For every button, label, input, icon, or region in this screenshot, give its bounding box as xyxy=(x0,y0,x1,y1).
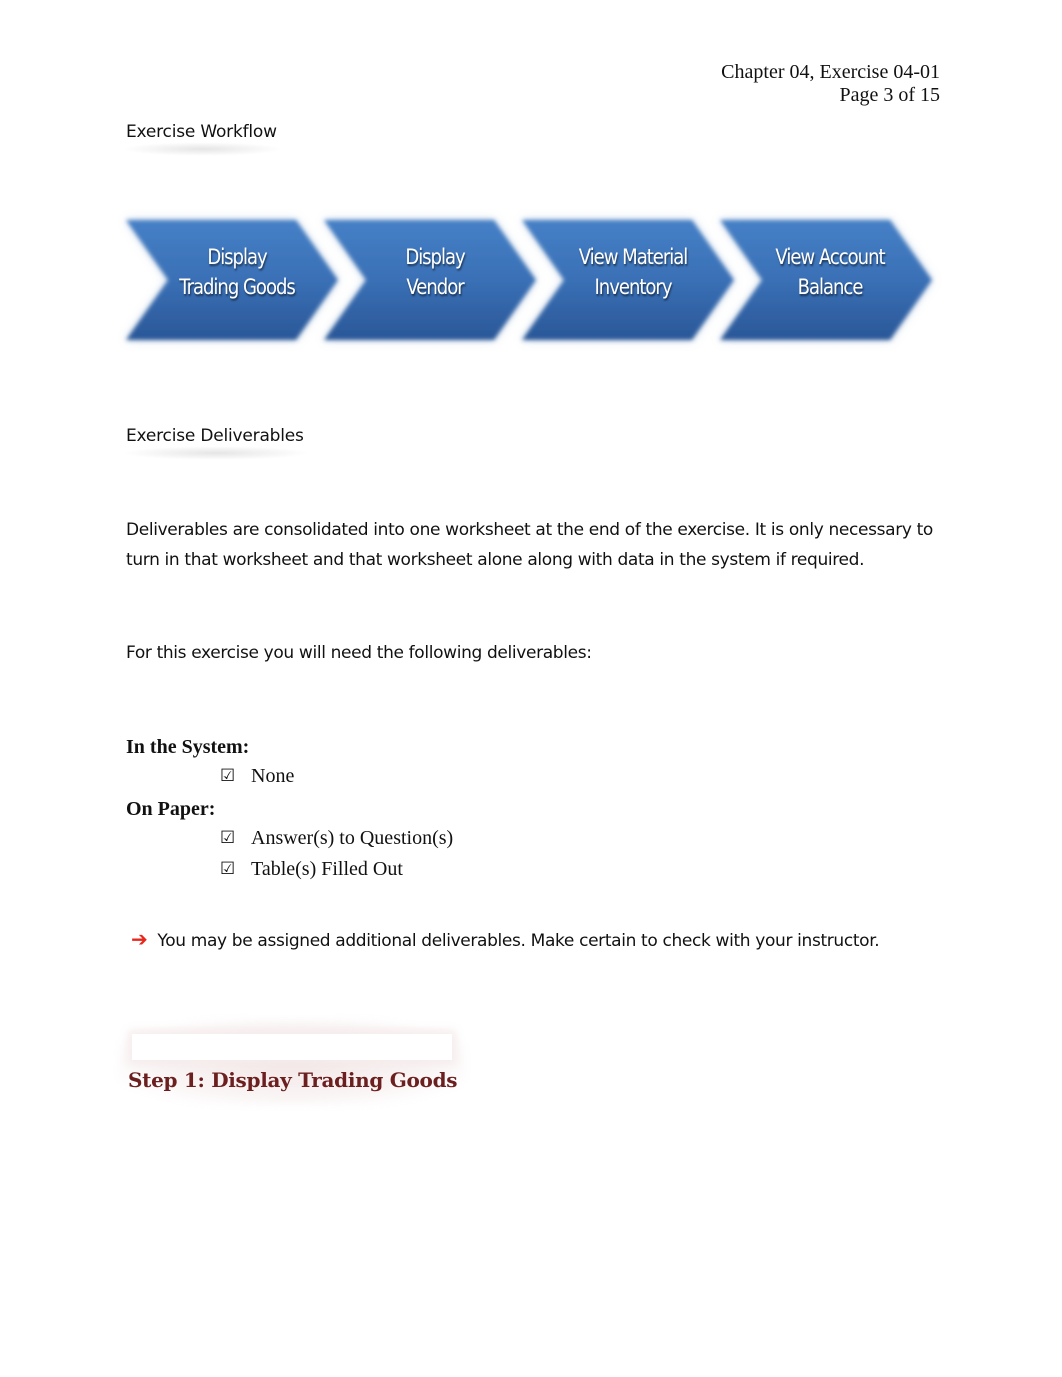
list-item-label: Table(s) Filled Out xyxy=(251,858,403,880)
note-text: You may be assigned additional deliverab… xyxy=(157,931,880,951)
step-3-line-2: Inventory xyxy=(594,275,673,299)
exercise-deliverables-heading: Exercise Deliverables xyxy=(122,426,310,460)
on-paper-section: On Paper: ☑ Answer(s) to Question(s) ☑ T… xyxy=(126,795,453,885)
list-item: ☑ None xyxy=(126,761,294,792)
list-item: ☑ Answer(s) to Question(s) xyxy=(126,823,453,854)
step-1-line-2: Trading Goods xyxy=(179,275,296,299)
workflow-step-1: Display Trading Goods xyxy=(164,242,310,302)
list-item-label: None xyxy=(251,765,295,787)
step-1-line-1: Display xyxy=(207,245,267,269)
step-1-heading: Step 1: Display Trading Goods xyxy=(128,1068,458,1092)
workflow-diagram: Display Trading Goods Display Vendor Vie… xyxy=(118,208,948,353)
chapter-exercise-label: Chapter 04, Exercise 04-01 xyxy=(721,61,940,83)
deliverables-description: Deliverables are consolidated into one w… xyxy=(126,520,933,570)
red-arrow-right-icon: ➔ xyxy=(131,927,148,951)
page-header: Chapter 04, Exercise 04-01 Page 3 of 15 xyxy=(721,61,940,107)
step-2-line-2: Vendor xyxy=(406,275,464,299)
exercise-workflow-heading: Exercise Workflow xyxy=(122,122,283,156)
step-4-line-1: View Account xyxy=(775,245,885,269)
step-2-line-1: Display xyxy=(405,245,465,269)
checkbox-checked-icon: ☑ xyxy=(220,859,236,879)
on-paper-heading: On Paper: xyxy=(126,798,216,820)
list-item: ☑ Table(s) Filled Out xyxy=(126,854,453,885)
in-system-section: In the System: ☑ None xyxy=(126,733,294,792)
workflow-step-3: View Material Inventory xyxy=(560,242,706,302)
step-heading-glow xyxy=(118,1018,466,1106)
step-4-line-2: Balance xyxy=(797,275,864,299)
additional-deliverables-note: ➔ You may be assigned additional delivera… xyxy=(131,925,880,955)
deliverables-intro: For this exercise you will need the foll… xyxy=(126,643,592,663)
in-system-heading: In the System: xyxy=(126,736,250,758)
workflow-step-4: View Account Balance xyxy=(757,242,903,302)
workflow-step-2: Display Vendor xyxy=(362,242,508,302)
step-heading-block: Step 1: Display Trading Goods xyxy=(118,1018,466,1106)
list-item-label: Answer(s) to Question(s) xyxy=(251,827,454,849)
step-3-line-1: View Material xyxy=(578,245,689,269)
checkbox-checked-icon: ☑ xyxy=(220,828,236,848)
step-heading-box xyxy=(132,1034,452,1060)
page-number: Page 3 of 15 xyxy=(839,84,940,106)
checkbox-checked-icon: ☑ xyxy=(220,766,236,786)
